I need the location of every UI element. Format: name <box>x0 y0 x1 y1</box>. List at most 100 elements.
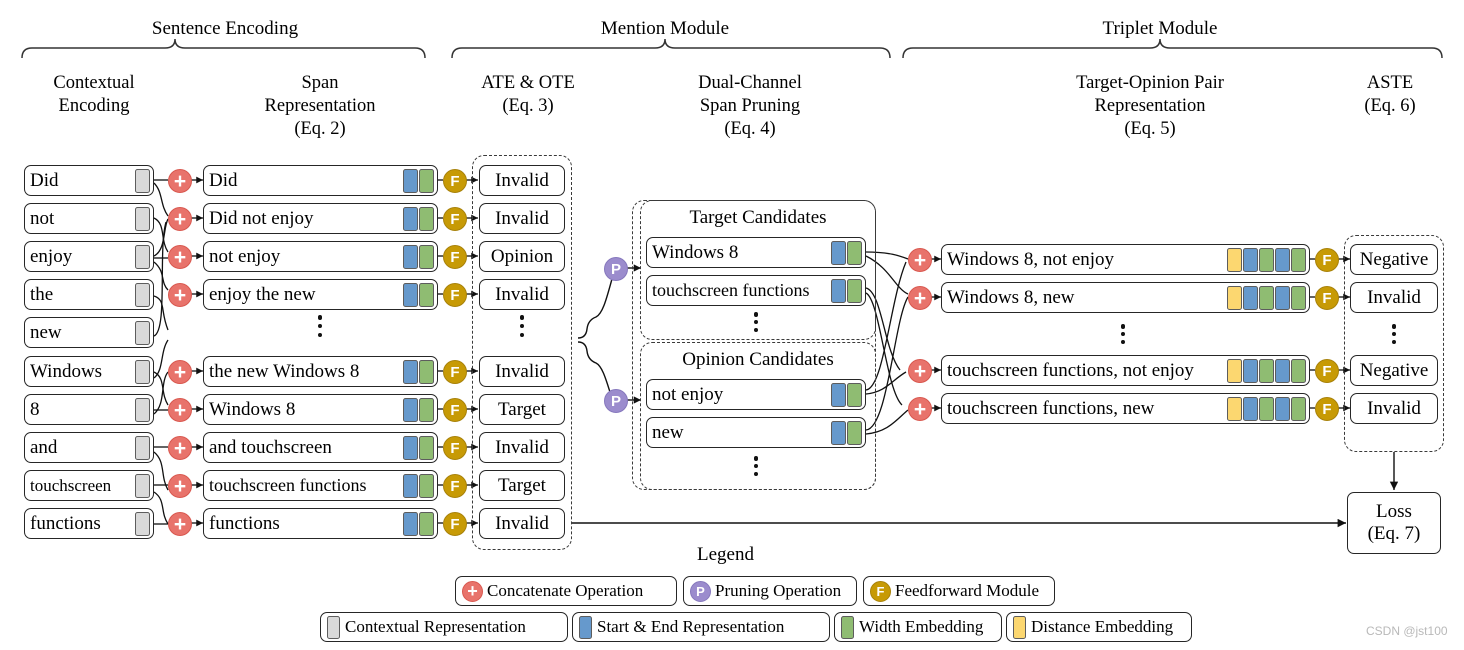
ate-ote-label-box[interactable]: Invalid <box>479 508 565 539</box>
ate-ote-label-box[interactable]: Target <box>479 394 565 425</box>
ate-ote-label-box[interactable]: Target <box>479 470 565 501</box>
legend-item-distance-embedding: Distance Embedding <box>1006 612 1192 642</box>
concatenate-icon[interactable]: + <box>168 512 192 536</box>
token-box[interactable]: 8 <box>24 394 154 425</box>
concatenate-icon[interactable]: + <box>168 207 192 231</box>
span-box[interactable]: Windows 8 <box>203 394 438 425</box>
token-box[interactable]: the <box>24 279 154 310</box>
feedforward-icon[interactable]: F <box>443 245 467 269</box>
column-title-contextual-encoding: Contextual Encoding <box>14 72 174 118</box>
concatenate-icon[interactable]: + <box>168 474 192 498</box>
span-box[interactable]: not enjoy <box>203 241 438 272</box>
token-swatches <box>134 168 153 193</box>
target-candidates-ellipsis <box>753 312 759 332</box>
feedforward-icon[interactable]: F <box>443 398 467 422</box>
contextual-representation-swatch <box>135 435 150 460</box>
feedforward-icon[interactable]: F <box>443 283 467 307</box>
concatenate-icon: + <box>462 580 483 602</box>
span-box[interactable]: functions <box>203 508 438 539</box>
column-title-target-opinion-pair: Target-Opinion Pair Representation (Eq. … <box>1030 72 1270 141</box>
pair-swatches <box>1226 285 1309 310</box>
concatenate-icon[interactable]: + <box>168 360 192 384</box>
concatenate-icon[interactable]: + <box>168 169 192 193</box>
pair-label: touchscreen functions, new <box>947 398 1155 419</box>
token-label: enjoy <box>30 246 73 267</box>
aste-label-box[interactable]: Negative <box>1350 355 1438 386</box>
token-box[interactable]: Windows <box>24 356 154 387</box>
token-box[interactable]: Did <box>24 165 154 196</box>
candidate-label: new <box>652 422 684 443</box>
column-title-line1: Contextual <box>53 73 135 93</box>
opinion-candidate-box[interactable]: not enjoy <box>646 379 866 410</box>
ate-ote-label-box[interactable]: Invalid <box>479 203 565 234</box>
contextual-representation-swatch <box>135 473 150 498</box>
concatenate-icon[interactable]: + <box>168 436 192 460</box>
width-embedding-swatch <box>1291 285 1306 310</box>
token-box[interactable]: touchscreen <box>24 470 154 501</box>
width-embedding-swatch <box>1259 358 1274 383</box>
span-box[interactable]: and touchscreen <box>203 432 438 463</box>
target-candidate-box[interactable]: Windows 8 <box>646 237 866 268</box>
opinion-candidate-box[interactable]: new <box>646 417 866 448</box>
pair-swatches <box>1226 358 1309 383</box>
feedforward-icon[interactable]: F <box>1315 397 1339 421</box>
aste-label-box[interactable]: Negative <box>1350 244 1438 275</box>
span-box[interactable]: the new Windows 8 <box>203 356 438 387</box>
start-end-representation-swatch <box>1243 285 1258 310</box>
candidate-label: touchscreen functions <box>652 280 810 300</box>
feedforward-icon[interactable]: F <box>443 436 467 460</box>
concatenate-icon[interactable]: + <box>908 286 932 310</box>
pruning-icon[interactable]: P <box>604 389 628 413</box>
span-box[interactable]: enjoy the new <box>203 279 438 310</box>
feedforward-icon[interactable]: F <box>443 360 467 384</box>
feedforward-icon[interactable]: F <box>443 474 467 498</box>
concatenate-icon[interactable]: + <box>168 398 192 422</box>
token-box[interactable]: not <box>24 203 154 234</box>
feedforward-icon[interactable]: F <box>443 169 467 193</box>
pair-box[interactable]: touchscreen functions, not enjoy <box>941 355 1310 386</box>
token-box[interactable]: enjoy <box>24 241 154 272</box>
ate-ote-label-box[interactable]: Opinion <box>479 241 565 272</box>
pair-label: Windows 8, new <box>947 287 1075 308</box>
concatenate-icon[interactable]: + <box>908 359 932 383</box>
ate-ote-label-box[interactable]: Invalid <box>479 356 565 387</box>
feedforward-icon[interactable]: F <box>1315 359 1339 383</box>
feedforward-icon[interactable]: F <box>1315 248 1339 272</box>
pruning-icon[interactable]: P <box>604 257 628 281</box>
token-label: the <box>30 284 54 305</box>
column-title-line2: Representation <box>1094 96 1206 116</box>
span-swatches <box>402 473 437 498</box>
feedforward-icon[interactable]: F <box>443 207 467 231</box>
ate-ote-label-box[interactable]: Invalid <box>479 279 565 310</box>
loss-box[interactable]: Loss (Eq. 7) <box>1347 492 1441 554</box>
span-swatches <box>402 282 437 307</box>
token-box[interactable]: new <box>24 317 154 348</box>
concatenate-icon[interactable]: + <box>168 245 192 269</box>
concatenate-icon[interactable]: + <box>908 248 932 272</box>
loss-equation: (Eq. 7) <box>1367 523 1421 544</box>
concatenate-icon[interactable]: + <box>168 283 192 307</box>
column-title-eq: (Eq. 4) <box>724 119 776 139</box>
span-box[interactable]: Did <box>203 165 438 196</box>
pair-swatches <box>1226 396 1309 421</box>
span-box[interactable]: touchscreen functions <box>203 470 438 501</box>
ate-ote-label-box[interactable]: Invalid <box>479 432 565 463</box>
ate-ote-label-box[interactable]: Invalid <box>479 165 565 196</box>
dot <box>753 471 759 476</box>
span-box[interactable]: Did not enjoy <box>203 203 438 234</box>
feedforward-icon[interactable]: F <box>443 512 467 536</box>
pair-box[interactable]: touchscreen functions, new <box>941 393 1310 424</box>
aste-label-box[interactable]: Invalid <box>1350 282 1438 313</box>
width-embedding-swatch <box>419 397 434 422</box>
dot <box>317 315 323 320</box>
pair-box[interactable]: Windows 8, new <box>941 282 1310 313</box>
token-box[interactable]: functions <box>24 508 154 539</box>
token-box[interactable]: and <box>24 432 154 463</box>
concatenate-icon[interactable]: + <box>908 397 932 421</box>
feedforward-icon[interactable]: F <box>1315 286 1339 310</box>
token-swatches <box>134 244 153 269</box>
aste-label-box[interactable]: Invalid <box>1350 393 1438 424</box>
dot <box>317 332 323 337</box>
target-candidate-box[interactable]: touchscreen functions <box>646 275 866 306</box>
pair-box[interactable]: Windows 8, not enjoy <box>941 244 1310 275</box>
